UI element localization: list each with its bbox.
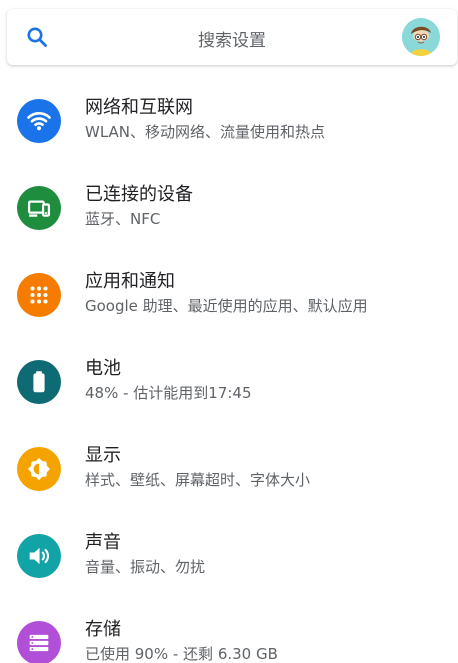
setting-title: 存储 [85, 619, 121, 640]
setting-item-connected-devices[interactable]: 已连接的设备 蓝牙、NFC [0, 164, 458, 251]
settings-screen: 搜索设置 网络和互联网 WLAN、移动网络、流量使用和热点 已连接的设备 蓝牙、… [0, 0, 458, 663]
setting-item-battery[interactable]: 电池 48% - 估计能用到17:45 [0, 338, 458, 425]
setting-title: 显示 [85, 445, 121, 466]
setting-summary: 48% - 估计能用到17:45 [85, 384, 252, 402]
devices-icon [17, 186, 61, 230]
setting-item-storage[interactable]: 存储 已使用 90% - 还剩 6.30 GB [0, 599, 458, 663]
brightness-icon [17, 447, 61, 491]
search-label[interactable]: 搜索设置 [7, 26, 457, 51]
setting-summary: Google 助理、最近使用的应用、默认应用 [85, 297, 368, 315]
setting-title: 应用和通知 [85, 271, 175, 292]
setting-item-sound[interactable]: 声音 音量、振动、勿扰 [0, 512, 458, 599]
setting-title: 已连接的设备 [85, 184, 193, 205]
setting-item-network[interactable]: 网络和互联网 WLAN、移动网络、流量使用和热点 [0, 77, 458, 164]
wifi-icon [17, 99, 61, 143]
settings-list: 网络和互联网 WLAN、移动网络、流量使用和热点 已连接的设备 蓝牙、NFC 应… [0, 77, 458, 663]
setting-summary: 样式、壁纸、屏幕超时、字体大小 [85, 471, 311, 489]
search-bar[interactable]: 搜索设置 [7, 9, 457, 65]
setting-title: 网络和互联网 [85, 97, 193, 118]
setting-item-display[interactable]: 显示 样式、壁纸、屏幕超时、字体大小 [0, 425, 458, 512]
setting-summary: 音量、振动、勿扰 [85, 558, 206, 576]
setting-title: 声音 [85, 532, 121, 553]
storage-icon [17, 621, 61, 663]
setting-summary: 已使用 90% - 还剩 6.30 GB [85, 645, 278, 663]
apps-icon [17, 273, 61, 317]
setting-title: 电池 [85, 358, 121, 379]
setting-summary: WLAN、移动网络、流量使用和热点 [85, 123, 326, 141]
setting-summary: 蓝牙、NFC [85, 210, 161, 228]
battery-icon [17, 360, 61, 404]
avatar[interactable] [402, 18, 440, 56]
sound-icon [17, 534, 61, 578]
setting-item-apps-notifications[interactable]: 应用和通知 Google 助理、最近使用的应用、默认应用 [0, 251, 458, 338]
